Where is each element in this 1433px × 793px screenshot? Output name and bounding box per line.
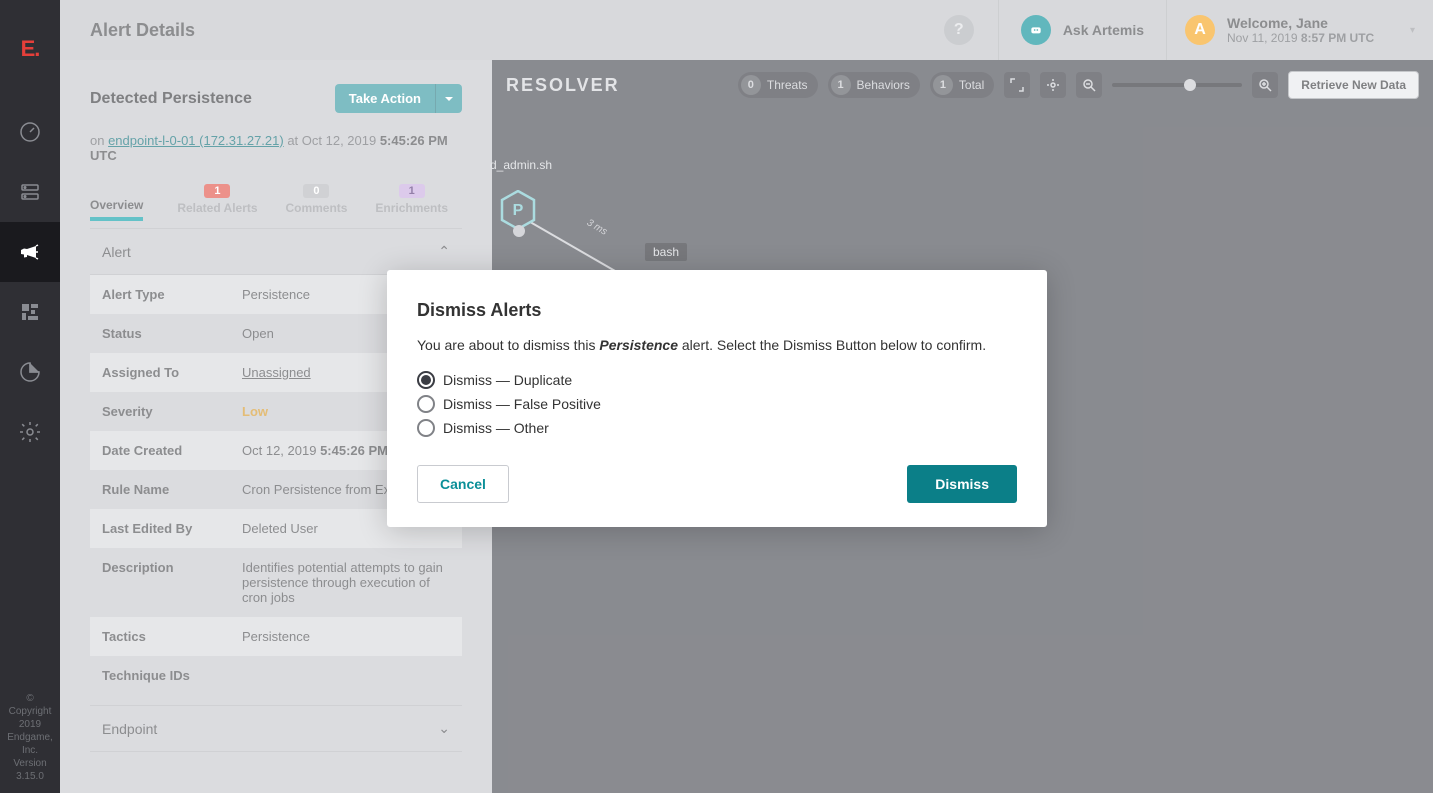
gauge-icon bbox=[18, 120, 42, 144]
version-label: Version bbox=[13, 758, 46, 769]
gear-icon bbox=[18, 420, 42, 444]
pie-icon bbox=[18, 360, 42, 384]
dismiss-modal: Dismiss Alerts You are about to dismiss … bbox=[387, 270, 1047, 527]
megaphone-icon bbox=[18, 240, 42, 264]
radio-icon bbox=[417, 395, 435, 413]
blocks-icon bbox=[18, 300, 42, 324]
dismiss-options: Dismiss — Duplicate Dismiss — False Posi… bbox=[417, 371, 1017, 437]
copyright-text: © Copyright 2019 Endgame, Inc. bbox=[4, 692, 56, 757]
server-icon bbox=[18, 180, 42, 204]
nav-investigate[interactable] bbox=[0, 282, 60, 342]
version-value: 3.15.0 bbox=[16, 771, 44, 782]
dismiss-button[interactable]: Dismiss bbox=[907, 465, 1017, 503]
nav-dashboard[interactable] bbox=[0, 102, 60, 162]
option-label: Dismiss — Duplicate bbox=[443, 372, 572, 388]
modal-title: Dismiss Alerts bbox=[417, 300, 1017, 321]
nav-rail: E. © Copyright 2019 Endgame, Inc. Versio… bbox=[0, 0, 60, 793]
radio-icon bbox=[417, 419, 435, 437]
rail-footer: © Copyright 2019 Endgame, Inc. Version 3… bbox=[0, 684, 60, 793]
option-label: Dismiss — Other bbox=[443, 420, 549, 436]
nav-endpoints[interactable] bbox=[0, 162, 60, 222]
nav-settings[interactable] bbox=[0, 402, 60, 462]
nav-reports[interactable] bbox=[0, 342, 60, 402]
nav-alerts[interactable] bbox=[0, 222, 60, 282]
cancel-button[interactable]: Cancel bbox=[417, 465, 509, 503]
nav-list bbox=[0, 102, 60, 462]
modal-message: You are about to dismiss this Persistenc… bbox=[417, 337, 1017, 353]
option-label: Dismiss — False Positive bbox=[443, 396, 601, 412]
brand-logo: E. bbox=[21, 36, 40, 62]
radio-icon bbox=[417, 371, 435, 389]
option-false-positive[interactable]: Dismiss — False Positive bbox=[417, 395, 1017, 413]
option-duplicate[interactable]: Dismiss — Duplicate bbox=[417, 371, 1017, 389]
option-other[interactable]: Dismiss — Other bbox=[417, 419, 1017, 437]
